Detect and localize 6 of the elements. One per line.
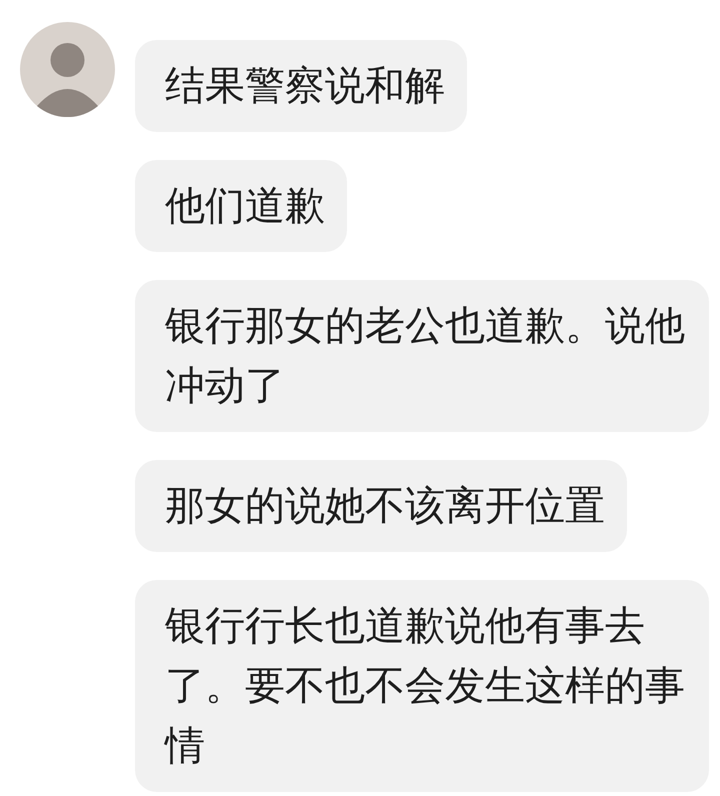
message-bubble: 他们道歉 xyxy=(135,160,347,252)
message-bubble: 那女的说她不该离开位置 xyxy=(135,460,627,552)
message-bubble: 结果警察说和解 xyxy=(135,40,467,132)
avatar-icon xyxy=(20,22,115,117)
message-bubble: 银行行长也道歉说他有事去了。要不也不会发生这样的事情 xyxy=(135,580,709,792)
message-bubble: 银行那女的老公也道歉。说他冲动了 xyxy=(135,280,709,432)
